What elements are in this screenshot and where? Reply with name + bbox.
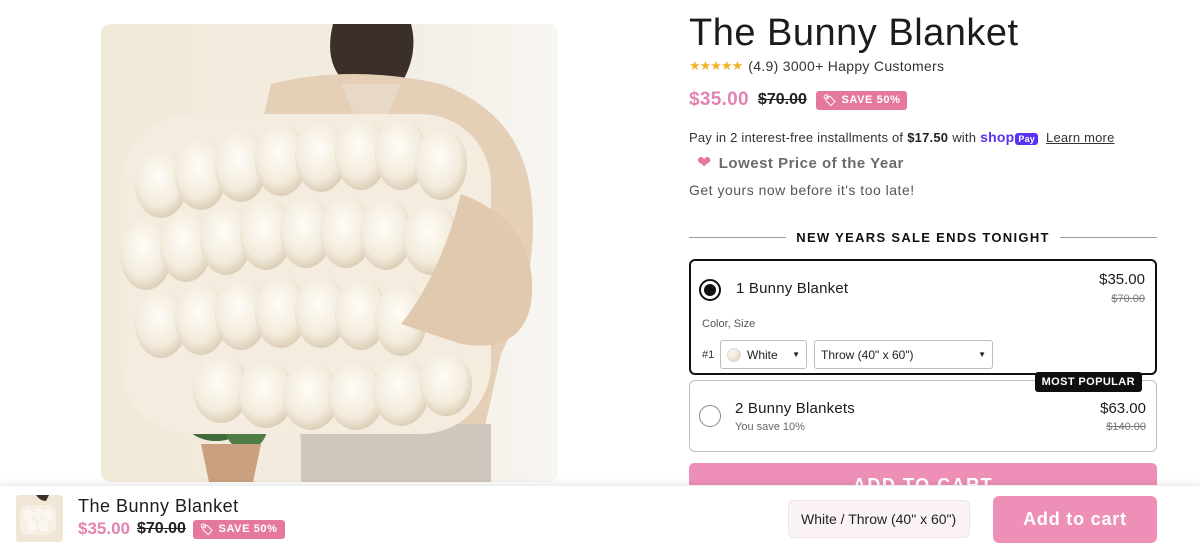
product-image[interactable] [101,24,558,482]
sale-banner-text: NEW YEARS SALE ENDS TONIGHT [796,230,1050,245]
sale-banner: NEW YEARS SALE ENDS TONIGHT [689,230,1158,245]
product-title: The Bunny Blanket [689,12,1019,54]
installments-with: with [952,129,977,145]
sticky-save-badge-label: SAVE 50% [218,523,278,535]
save-badge-label: SAVE 50% [841,94,901,106]
chevron-down-icon: ▼ [792,350,800,359]
thumbnail-illustration [16,495,63,542]
tag-icon: 🏷 [822,94,838,107]
installments-prefix: Pay in 2 interest-free installments of [689,129,904,145]
tag-icon: 🏷 [199,523,215,536]
compare-price: $70.00 [757,91,807,108]
bundle-label: 1 Bunny Blanket [736,280,849,297]
heart-icon: ❤ [697,153,712,172]
radio-selected[interactable] [699,279,721,301]
sticky-save-badge: 🏷 SAVE 50% [192,519,285,539]
installments-row: Pay in 2 interest-free installments of $… [689,129,1115,145]
sticky-title: The Bunny Blanket [78,496,239,516]
urgency-text: Get yours now before it's too late! [689,182,915,198]
sticky-add-to-cart-button[interactable]: Add to cart [993,496,1157,543]
rating-text: (4.9) 3000+ Happy Customers [748,58,945,74]
sticky-variant-select[interactable]: White / Throw (40" x 60") [788,500,970,538]
size-select[interactable]: Throw (40" x 60") ▼ [814,340,993,369]
rating-row[interactable]: ★★★★★ (4.9) 3000+ Happy Customers [689,58,944,74]
sale-price: $35.00 [689,89,749,110]
sticky-price-row: $35.00 $70.00 🏷 SAVE 50% [78,519,285,539]
bundle-price: $63.00 [1100,400,1146,417]
color-select-value: White [747,347,778,362]
color-select[interactable]: White ▼ [720,340,807,369]
radio-unselected[interactable] [699,405,721,427]
size-select-value: Throw (40" x 60") [821,347,914,362]
learn-more-link[interactable]: Learn more [1046,130,1114,145]
variant-index: #1 [702,349,715,361]
bundle-compare-price: $70.00 [1111,293,1145,305]
product-photo-illustration [101,24,558,482]
sticky-product-thumbnail [16,495,63,542]
most-popular-badge: MOST POPULAR [1034,372,1142,392]
color-swatch-icon [727,347,741,362]
bundle-option-1[interactable]: 1 Bunny Blanket $35.00 $70.00 Color, Siz… [689,259,1157,375]
bundle-compare-price: $140.00 [1106,421,1146,433]
lowest-price-text: Lowest Price of the Year [718,154,904,172]
installments-amount: $17.50 [907,129,949,145]
shop-pay-logo: shop Pay [980,129,1039,145]
sticky-compare-price: $70.00 [137,520,186,537]
price-row: $35.00 $70.00 🏷 SAVE 50% [689,89,908,111]
divider-line [1059,237,1158,238]
bundle-savings: You save 10% [735,421,805,433]
bundle-label: 2 Bunny Blankets [735,400,855,417]
sticky-sale-price: $35.00 [78,519,130,538]
chevron-down-icon: ▼ [978,350,986,359]
bundle-price: $35.00 [1099,271,1145,288]
lowest-price-row: ❤ Lowest Price of the Year [697,153,904,173]
sticky-add-to-cart-bar: The Bunny Blanket $35.00 $70.00 🏷 SAVE 5… [0,485,1200,549]
star-rating-icon: ★★★★★ [689,58,743,73]
save-badge: 🏷 SAVE 50% [815,90,908,110]
divider-line [689,237,787,238]
variant-caption: Color, Size [702,318,756,330]
